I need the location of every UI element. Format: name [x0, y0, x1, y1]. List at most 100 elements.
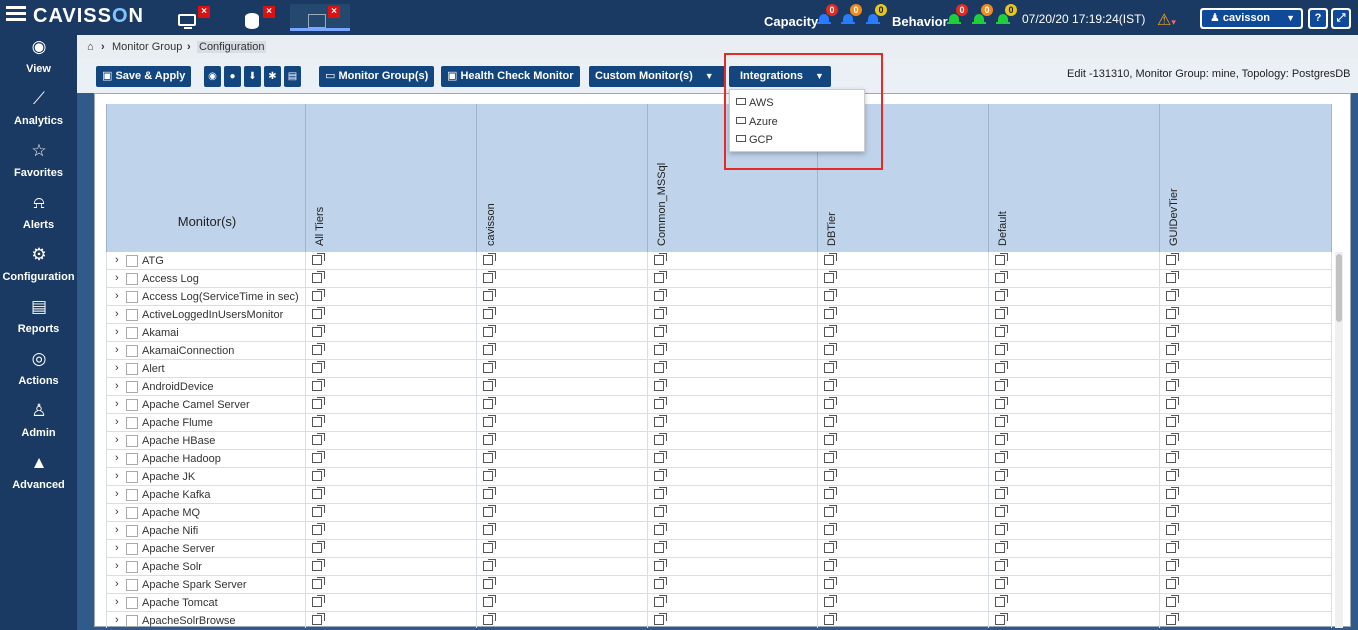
- external-link-icon[interactable]: [654, 325, 667, 337]
- tab-close-icon[interactable]: ×: [328, 6, 340, 18]
- external-link-icon[interactable]: [654, 307, 667, 319]
- row-checkbox[interactable]: [126, 327, 138, 339]
- external-link-icon[interactable]: [312, 289, 325, 301]
- external-link-icon[interactable]: [312, 433, 325, 445]
- chevron-right-icon[interactable]: ›: [115, 596, 119, 608]
- row-checkbox[interactable]: [126, 579, 138, 591]
- row-checkbox[interactable]: [126, 273, 138, 285]
- row-checkbox[interactable]: [126, 309, 138, 321]
- external-link-icon[interactable]: [995, 595, 1008, 607]
- external-link-icon[interactable]: [483, 595, 496, 607]
- chevron-right-icon[interactable]: ›: [115, 326, 119, 338]
- external-link-icon[interactable]: [312, 577, 325, 589]
- external-link-icon[interactable]: [824, 559, 837, 571]
- external-link-icon[interactable]: [312, 325, 325, 337]
- external-link-icon[interactable]: [1166, 415, 1179, 427]
- external-link-icon[interactable]: [1166, 397, 1179, 409]
- external-link-icon[interactable]: [312, 343, 325, 355]
- external-link-icon[interactable]: [995, 343, 1008, 355]
- tab-close-icon[interactable]: ×: [263, 6, 275, 18]
- column-header-tier[interactable]: All Tiers: [306, 104, 477, 252]
- view-icon[interactable]: ●: [224, 66, 241, 87]
- external-link-icon[interactable]: [1166, 253, 1179, 265]
- chevron-right-icon[interactable]: ›: [115, 506, 119, 518]
- external-link-icon[interactable]: [312, 271, 325, 283]
- external-link-icon[interactable]: [995, 415, 1008, 427]
- external-link-icon[interactable]: [483, 379, 496, 391]
- sidebar-item-reports[interactable]: ▤ Reports: [0, 295, 77, 347]
- external-link-icon[interactable]: [995, 613, 1008, 625]
- external-link-icon[interactable]: [654, 595, 667, 607]
- external-link-icon[interactable]: [1166, 325, 1179, 337]
- external-link-icon[interactable]: [483, 577, 496, 589]
- external-link-icon[interactable]: [312, 253, 325, 265]
- chevron-right-icon[interactable]: ›: [115, 344, 119, 356]
- sidebar-item-alerts[interactable]: ⍾ Alerts: [0, 191, 77, 243]
- external-link-icon[interactable]: [824, 523, 837, 535]
- external-link-icon[interactable]: [995, 559, 1008, 571]
- row-checkbox[interactable]: [126, 543, 138, 555]
- external-link-icon[interactable]: [995, 433, 1008, 445]
- external-link-icon[interactable]: [654, 271, 667, 283]
- external-link-icon[interactable]: [483, 343, 496, 355]
- chevron-right-icon[interactable]: ›: [115, 470, 119, 482]
- external-link-icon[interactable]: [995, 451, 1008, 463]
- external-link-icon[interactable]: [312, 451, 325, 463]
- column-header-tier[interactable]: GUIDevTier: [1160, 104, 1332, 252]
- external-link-icon[interactable]: [824, 397, 837, 409]
- row-checkbox[interactable]: [126, 597, 138, 609]
- external-link-icon[interactable]: [654, 415, 667, 427]
- external-link-icon[interactable]: [654, 361, 667, 373]
- external-link-icon[interactable]: [995, 523, 1008, 535]
- scrollbar-thumb[interactable]: [1336, 254, 1342, 322]
- external-link-icon[interactable]: [654, 505, 667, 517]
- external-link-icon[interactable]: [995, 253, 1008, 265]
- external-link-icon[interactable]: [312, 397, 325, 409]
- external-link-icon[interactable]: [312, 361, 325, 373]
- sidebar-item-configuration[interactable]: ⚙ Configuration: [0, 243, 77, 295]
- external-link-icon[interactable]: [995, 361, 1008, 373]
- external-link-icon[interactable]: [824, 433, 837, 445]
- row-checkbox[interactable]: [126, 255, 138, 267]
- row-checkbox[interactable]: [126, 435, 138, 447]
- external-link-icon[interactable]: [312, 505, 325, 517]
- external-link-icon[interactable]: [483, 505, 496, 517]
- external-link-icon[interactable]: [312, 613, 325, 625]
- external-link-icon[interactable]: [824, 613, 837, 625]
- chevron-right-icon[interactable]: ›: [115, 488, 119, 500]
- external-link-icon[interactable]: [654, 487, 667, 499]
- chevron-right-icon[interactable]: ›: [115, 542, 119, 554]
- external-link-icon[interactable]: [312, 415, 325, 427]
- external-link-icon[interactable]: [312, 559, 325, 571]
- save-apply-button[interactable]: ▣ Save & Apply: [96, 66, 192, 87]
- external-link-icon[interactable]: [1166, 541, 1179, 553]
- tab-database[interactable]: ×: [225, 4, 285, 31]
- settings-icon[interactable]: ✱: [264, 66, 281, 87]
- external-link-icon[interactable]: [312, 523, 325, 535]
- external-link-icon[interactable]: [824, 487, 837, 499]
- external-link-icon[interactable]: [483, 613, 496, 625]
- external-link-icon[interactable]: [654, 541, 667, 553]
- hide-icon[interactable]: ◉: [204, 66, 221, 87]
- external-link-icon[interactable]: [1166, 487, 1179, 499]
- external-link-icon[interactable]: [1166, 469, 1179, 481]
- external-link-icon[interactable]: [483, 487, 496, 499]
- row-checkbox[interactable]: [126, 417, 138, 429]
- external-link-icon[interactable]: [824, 307, 837, 319]
- external-link-icon[interactable]: [1166, 523, 1179, 535]
- external-link-icon[interactable]: [312, 487, 325, 499]
- help-button[interactable]: ?: [1308, 8, 1328, 29]
- fullscreen-button[interactable]: ⤢: [1331, 8, 1351, 29]
- external-link-icon[interactable]: [1166, 595, 1179, 607]
- external-link-icon[interactable]: [1166, 271, 1179, 283]
- external-link-icon[interactable]: [1166, 559, 1179, 571]
- external-link-icon[interactable]: [654, 343, 667, 355]
- row-checkbox[interactable]: [126, 525, 138, 537]
- row-checkbox[interactable]: [126, 507, 138, 519]
- external-link-icon[interactable]: [654, 559, 667, 571]
- external-link-icon[interactable]: [1166, 379, 1179, 391]
- external-link-icon[interactable]: [483, 415, 496, 427]
- external-link-icon[interactable]: [312, 541, 325, 553]
- external-link-icon[interactable]: [483, 469, 496, 481]
- external-link-icon[interactable]: [824, 541, 837, 553]
